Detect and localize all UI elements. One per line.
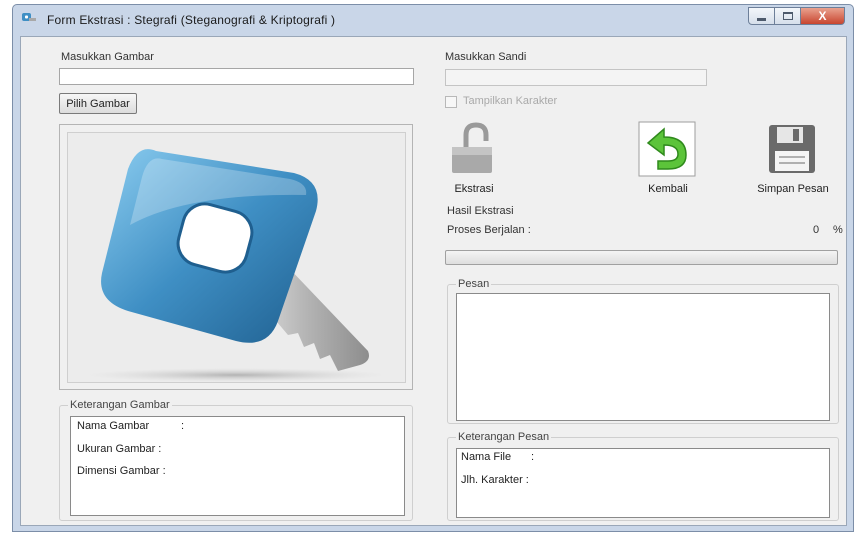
image-name-separator: :	[181, 420, 185, 432]
image-info-group: Keterangan Gambar Nama Gambar : Ukuran G…	[59, 399, 413, 521]
green-return-arrow-icon	[638, 121, 696, 177]
extract-label: Ekstrasi	[454, 183, 494, 195]
close-icon: X	[818, 9, 827, 23]
message-info-panel: Nama File : Jlh. Karakter :	[456, 448, 830, 518]
progress-percent-value: 0	[813, 224, 820, 236]
image-dimension-label: Dimensi Gambar :	[77, 465, 166, 477]
message-title: Pesan	[456, 278, 492, 290]
floppy-disk-icon	[763, 121, 821, 177]
message-group: Pesan	[447, 278, 839, 424]
extraction-progress-bar	[445, 250, 838, 265]
message-info-group: Keterangan Pesan Nama File : Jlh. Karakt…	[447, 431, 839, 521]
close-button[interactable]: X	[801, 7, 845, 25]
message-textarea[interactable]	[456, 293, 830, 421]
image-label: Masukkan Gambar	[61, 51, 154, 63]
show-chars-label: Tampilkan Karakter	[463, 95, 558, 107]
char-count-label: Jlh. Karakter :	[461, 474, 529, 486]
window-controls: X	[748, 7, 845, 25]
image-name-label: Nama Gambar	[77, 420, 150, 432]
image-info-title: Keterangan Gambar	[68, 399, 172, 411]
title-bar[interactable]: Form Ekstrasi : Stegrafi (Steganografi &…	[13, 5, 853, 35]
app-window: Form Ekstrasi : Stegrafi (Steganografi &…	[12, 4, 854, 532]
back-button[interactable]: Kembali	[629, 121, 707, 201]
key-illustration	[86, 149, 386, 382]
image-preview-area	[67, 132, 406, 383]
toolbar: Ekstrasi Kembali Simpan Pesan	[435, 117, 841, 195]
message-info-title: Keterangan Pesan	[456, 431, 552, 443]
file-name-label: Nama File	[461, 451, 512, 463]
maximize-button[interactable]	[775, 7, 801, 25]
unlocked-padlock-icon	[444, 121, 502, 177]
extract-button[interactable]: Ekstrasi	[435, 121, 513, 201]
result-title: Hasil Ekstrasi	[447, 205, 514, 217]
save-message-button[interactable]: Simpan Pesan	[745, 121, 841, 201]
password-input[interactable]	[445, 69, 707, 86]
show-chars-checkbox[interactable]	[445, 96, 457, 108]
password-label: Masukkan Sandi	[445, 51, 527, 63]
key-app-icon	[22, 13, 36, 21]
maximize-icon	[782, 12, 793, 20]
window-title: Form Ekstrasi : Stegrafi (Steganografi &…	[47, 13, 336, 27]
choose-image-button[interactable]: Pilih Gambar	[59, 93, 137, 114]
minimize-button[interactable]	[748, 7, 775, 25]
form-body: Masukkan Gambar Pilih Gambar Keterangan …	[20, 36, 847, 526]
file-name-separator: :	[531, 451, 535, 463]
process-label: Proses Berjalan :	[447, 224, 531, 236]
save-message-label: Simpan Pesan	[757, 183, 829, 195]
minimize-icon	[757, 17, 766, 21]
back-label: Kembali	[648, 183, 688, 195]
image-size-label: Ukuran Gambar :	[77, 443, 162, 455]
image-path-input[interactable]	[59, 68, 414, 85]
progress-percent-unit: %	[833, 224, 843, 236]
image-info-panel: Nama Gambar : Ukuran Gambar : Dimensi Ga…	[70, 416, 405, 516]
image-preview	[59, 124, 413, 390]
